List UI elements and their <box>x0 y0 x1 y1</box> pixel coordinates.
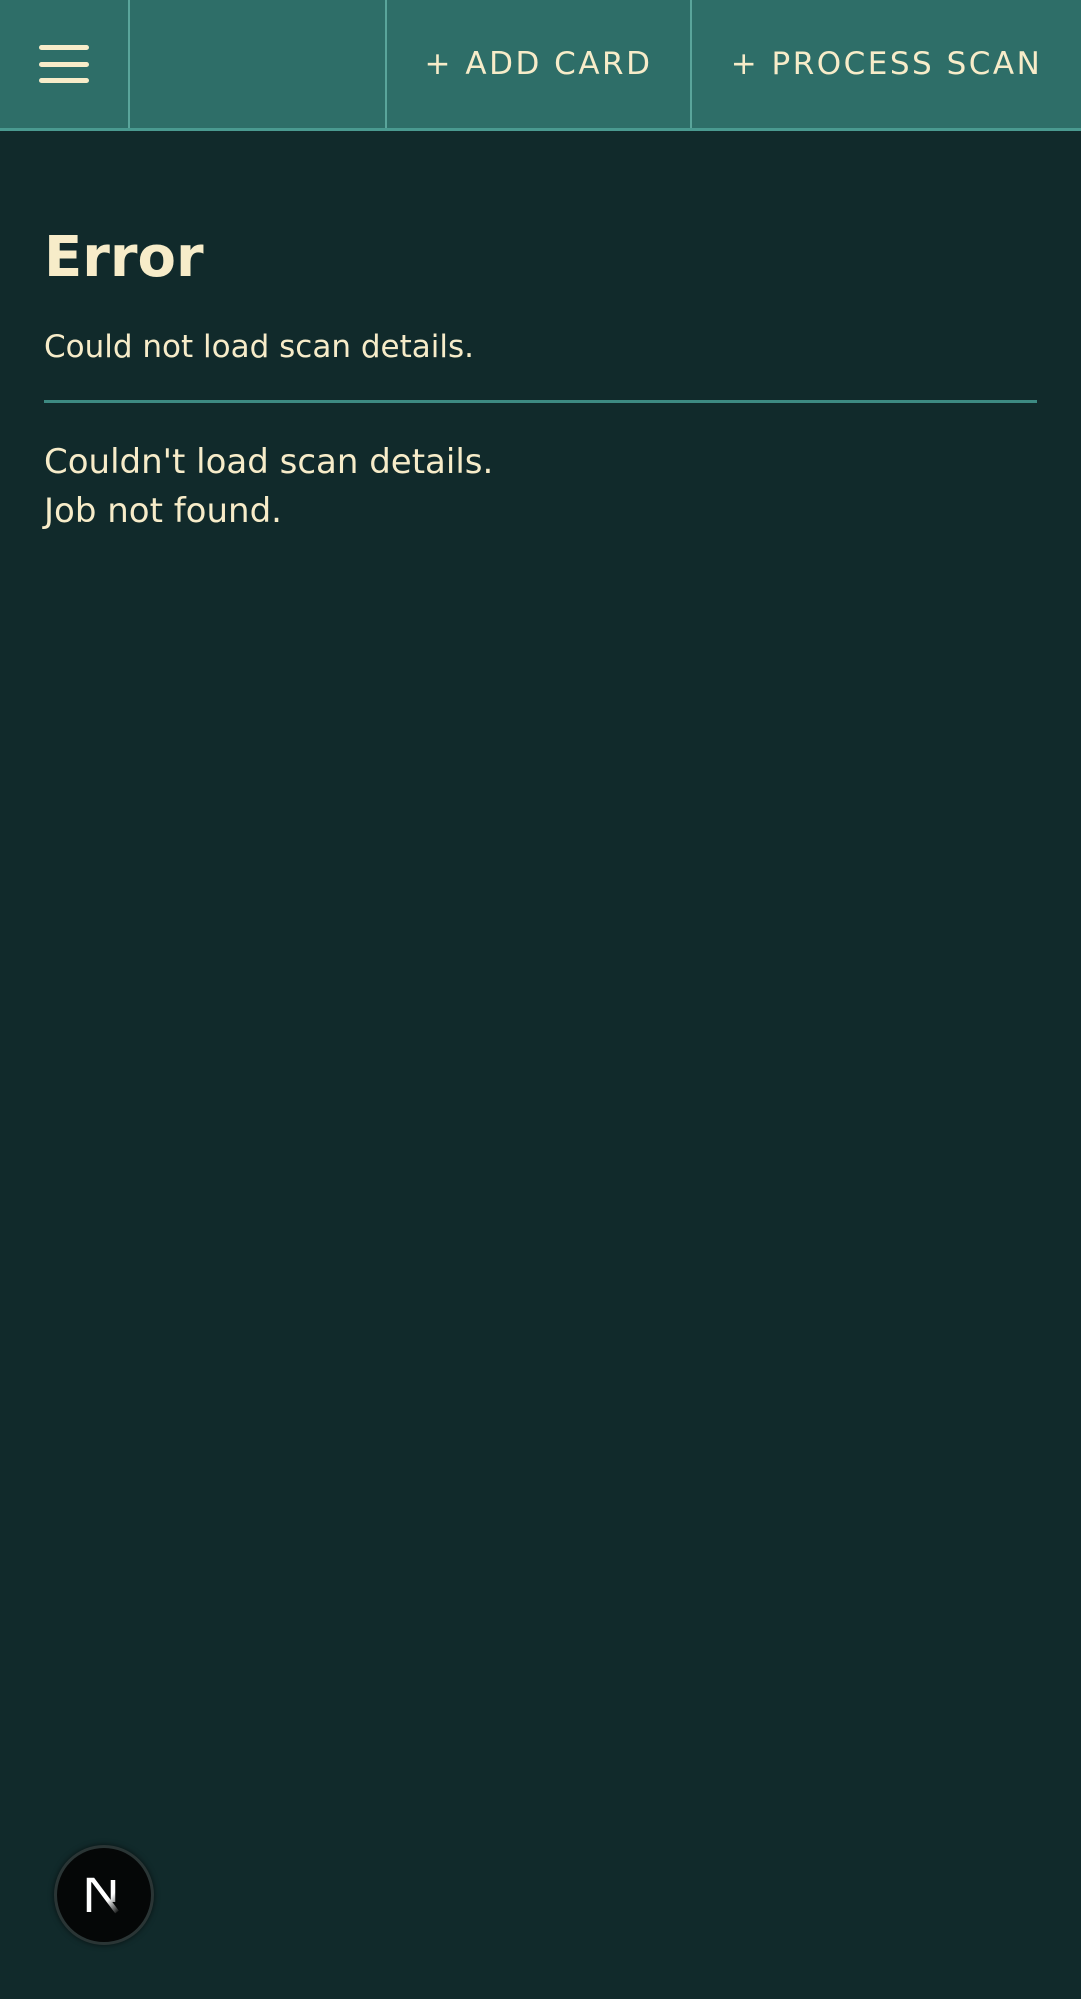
top-navigation-bar: + ADD CARD + PROCESS SCAN <box>0 0 1081 131</box>
page-title: Error <box>44 225 204 290</box>
error-message-line: Couldn't load scan details. <box>44 442 494 482</box>
error-detail-line: Job not found. <box>44 491 282 531</box>
add-card-button[interactable]: + ADD CARD <box>387 0 692 128</box>
divider <box>44 400 1037 403</box>
nextjs-logo-icon <box>86 1877 119 1914</box>
nav-empty-slot <box>130 0 387 128</box>
process-scan-button[interactable]: + PROCESS SCAN <box>692 0 1081 128</box>
hamburger-menu-icon <box>39 45 89 83</box>
menu-button[interactable] <box>0 0 130 128</box>
add-card-label: + ADD CARD <box>424 46 653 82</box>
page-subtitle: Could not load scan details. <box>44 329 474 365</box>
process-scan-label: + PROCESS SCAN <box>730 46 1043 82</box>
nextjs-dev-indicator-button[interactable] <box>54 1845 154 1945</box>
